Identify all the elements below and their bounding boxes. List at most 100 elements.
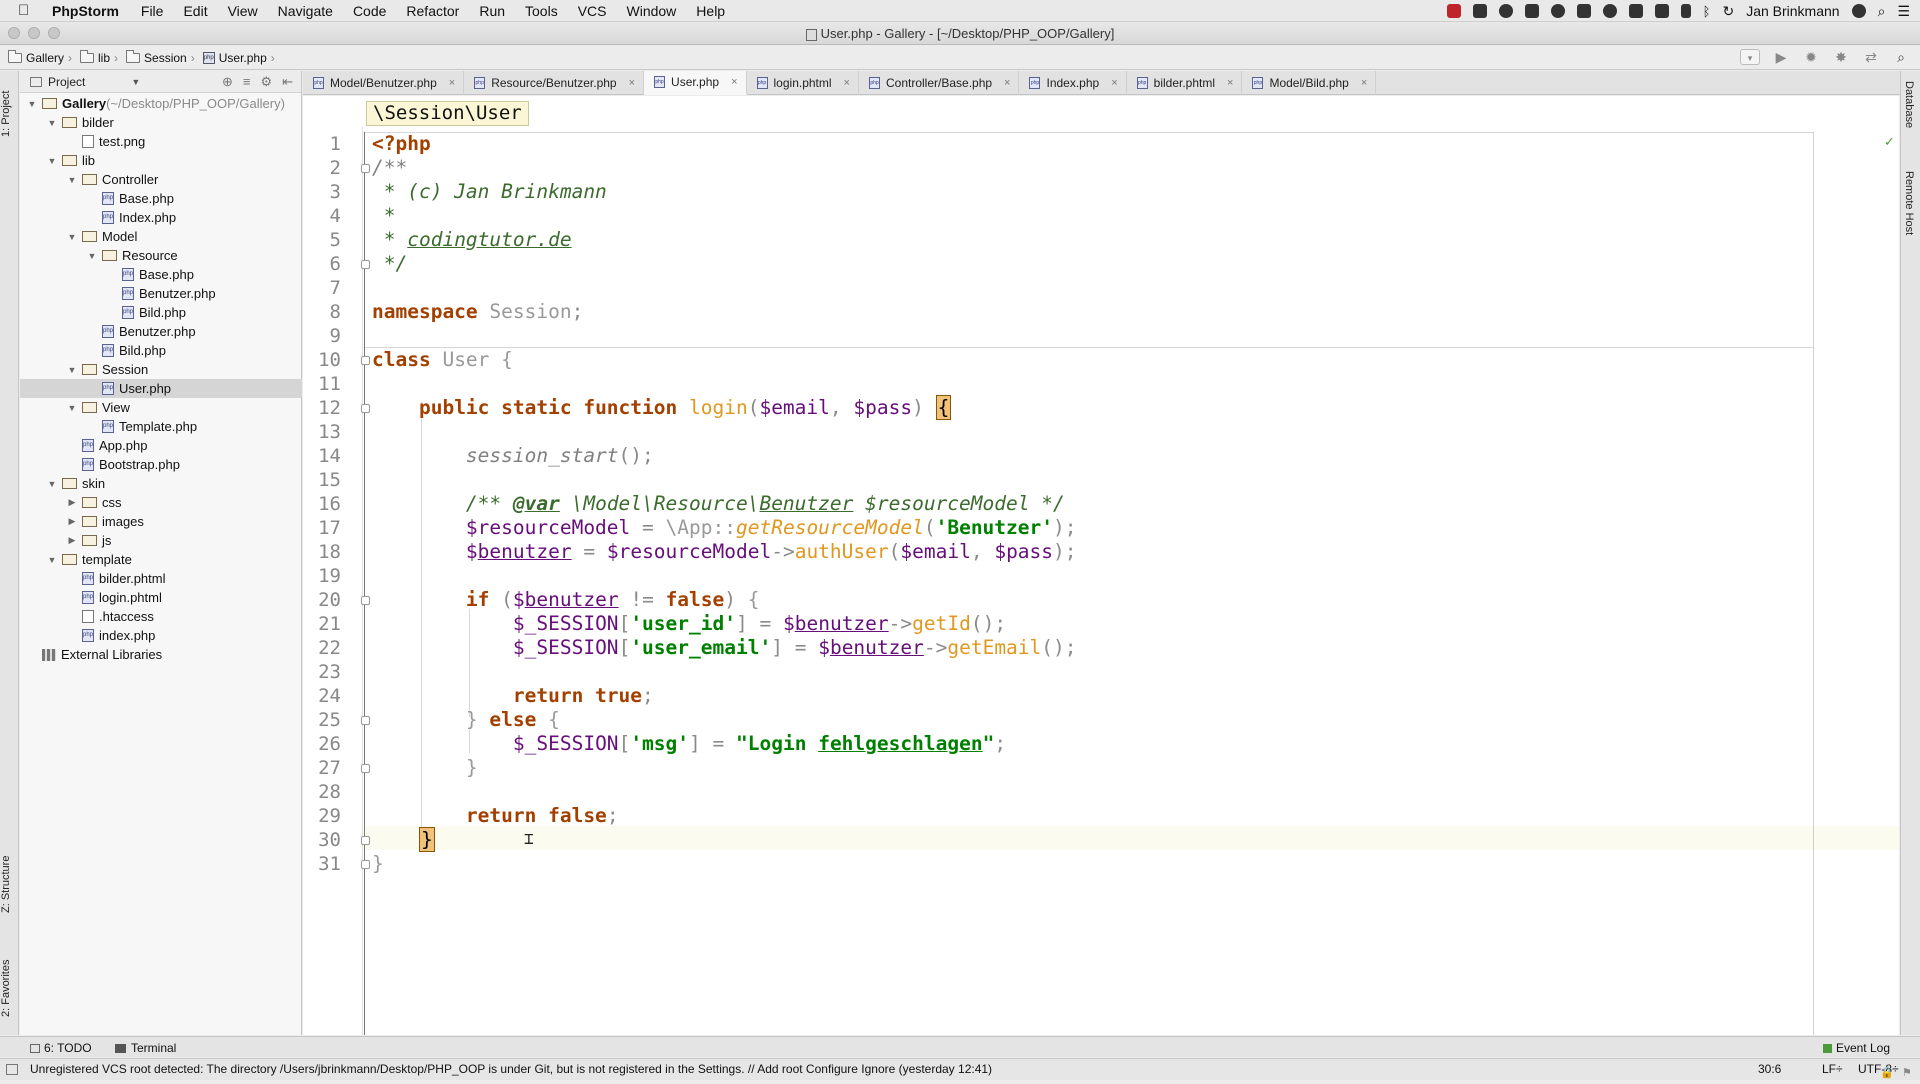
todo-tool-tab[interactable]: 6: TODO	[30, 1041, 92, 1055]
run-icon[interactable]: ▶	[1772, 49, 1790, 65]
collapsed-arrow-icon[interactable]: ▶	[66, 535, 78, 546]
coverage-icon[interactable]: ✸	[1832, 49, 1850, 65]
code-line[interactable]: /**	[372, 156, 407, 180]
close-tab-icon[interactable]: ×	[1004, 77, 1010, 89]
menu-edit[interactable]: Edit	[183, 3, 207, 19]
crumb-lib[interactable]: lib	[80, 49, 110, 65]
menu-help[interactable]: Help	[696, 3, 725, 19]
close-tab-icon[interactable]: ×	[731, 76, 737, 88]
apple-icon[interactable]: 	[18, 2, 38, 19]
keyboard-icon[interactable]	[1576, 4, 1591, 18]
search-icon[interactable]: ⌕	[1892, 49, 1910, 65]
crumb-gallery[interactable]: Gallery	[8, 49, 64, 65]
tree-item[interactable]: ▼ bilder	[20, 113, 302, 132]
status-message[interactable]: Unregistered VCS root detected: The dire…	[30, 1059, 992, 1080]
time-machine-icon[interactable]: ↻	[1722, 3, 1734, 20]
volume-icon[interactable]	[1680, 4, 1691, 18]
expanded-arrow-icon[interactable]: ▼	[46, 479, 58, 489]
editor-tab[interactable]: php Model/Bild.php ×	[1242, 71, 1377, 95]
close-tab-icon[interactable]: ×	[844, 77, 850, 89]
code-line[interactable]: } else {	[372, 708, 560, 732]
code-line[interactable]: *	[372, 204, 396, 228]
code-line[interactable]: return false;	[372, 804, 619, 828]
network-icon[interactable]	[1498, 4, 1513, 18]
notification-icon[interactable]: ☰	[1897, 3, 1910, 20]
fold-marker-icon[interactable]	[361, 356, 370, 365]
zoom-window-button[interactable]	[48, 27, 60, 39]
user-name[interactable]: Jan Brinkmann	[1746, 3, 1839, 19]
editor-tab[interactable]: php User.php ×	[644, 71, 747, 95]
code-line[interactable]: }	[372, 827, 435, 852]
code-line[interactable]: $benutzer = $resourceModel->authUser($em…	[372, 540, 1077, 564]
code-line[interactable]: $_SESSION['user_id'] = $benutzer->getId(…	[372, 612, 1006, 636]
expanded-arrow-icon[interactable]: ▼	[26, 99, 38, 109]
close-tab-icon[interactable]: ×	[629, 77, 635, 89]
menu-run[interactable]: Run	[479, 3, 505, 19]
code-line[interactable]: }	[372, 756, 478, 780]
shield-icon[interactable]	[1654, 4, 1669, 18]
vcs-icon[interactable]: ⇄	[1862, 49, 1880, 65]
code-line[interactable]: $_SESSION['user_email'] = $benutzer->get…	[372, 636, 1077, 660]
fold-marker-icon[interactable]	[361, 164, 370, 173]
tree-item[interactable]: .htaccess	[20, 607, 302, 626]
toggle-tool-buttons-icon[interactable]	[6, 1064, 18, 1075]
project-view-selector[interactable]: Project	[48, 75, 85, 89]
editor-tab[interactable]: php Model/Benutzer.php ×	[303, 71, 465, 95]
fold-marker-icon[interactable]	[361, 404, 370, 413]
code-line[interactable]: namespace Session;	[372, 300, 583, 324]
expanded-arrow-icon[interactable]: ▼	[66, 365, 78, 375]
spotlight-icon[interactable]: ⌕	[1878, 3, 1886, 20]
expanded-arrow-icon[interactable]: ▼	[66, 175, 78, 185]
gear-icon[interactable]: ⚙	[260, 74, 272, 90]
tree-item[interactable]: php bilder.phtml	[20, 569, 302, 588]
collapsed-arrow-icon[interactable]: ▶	[66, 516, 78, 527]
expanded-arrow-icon[interactable]: ▼	[66, 232, 78, 242]
code-line[interactable]: $resourceModel = \App::getResourceModel(…	[372, 516, 1077, 540]
line-separator[interactable]: LF÷	[1822, 1059, 1843, 1080]
tree-item[interactable]: ▼ Session	[20, 360, 302, 379]
record-icon[interactable]	[1446, 4, 1461, 18]
editor-tab[interactable]: php Index.php ×	[1019, 71, 1127, 95]
info-icon[interactable]	[1550, 4, 1565, 18]
close-tab-icon[interactable]: ×	[449, 77, 455, 89]
evernote-icon[interactable]	[1628, 4, 1643, 18]
debug-icon[interactable]: ✹	[1802, 49, 1820, 65]
tree-item[interactable]: php login.phtml	[20, 588, 302, 607]
chevron-down-icon[interactable]: ▼	[131, 77, 140, 87]
collapse-icon[interactable]: ≡	[243, 74, 251, 90]
tree-item[interactable]: ▼ template	[20, 550, 302, 569]
expanded-arrow-icon[interactable]: ▼	[46, 555, 58, 565]
tree-item[interactable]: php index.php	[20, 626, 302, 645]
tree-item[interactable]: ▼ skin	[20, 474, 302, 493]
menu-app[interactable]: PhpStorm	[52, 3, 119, 19]
close-tab-icon[interactable]: ×	[1227, 77, 1233, 89]
editor-tab[interactable]: php Resource/Benutzer.php ×	[464, 71, 645, 95]
project-tool-tab[interactable]: 1: Project	[0, 79, 19, 149]
menu-tools[interactable]: Tools	[525, 3, 558, 19]
tree-item[interactable]: php User.php	[20, 379, 302, 398]
bluetooth-icon[interactable]: ᛒ	[1703, 4, 1711, 19]
code-line[interactable]: session_start();	[372, 444, 654, 468]
menu-code[interactable]: Code	[353, 3, 386, 19]
menu-window[interactable]: Window	[627, 3, 677, 19]
fold-marker-icon[interactable]	[361, 860, 370, 869]
fold-marker-icon[interactable]	[361, 764, 370, 773]
code-line[interactable]: */	[372, 252, 408, 276]
event-log-tool-tab[interactable]: Event Log	[1822, 1041, 1890, 1055]
editor-tab[interactable]: php Controller/Base.php ×	[859, 71, 1020, 95]
tree-item[interactable]: ▼ Controller	[20, 170, 302, 189]
editor-tab[interactable]: php login.phtml ×	[747, 71, 859, 95]
code-line[interactable]: if ($benutzer != false) {	[372, 588, 760, 612]
tree-item[interactable]: php Benutzer.php	[20, 322, 302, 341]
close-tab-icon[interactable]: ×	[1361, 77, 1367, 89]
menu-refactor[interactable]: Refactor	[406, 3, 459, 19]
expanded-arrow-icon[interactable]: ▼	[46, 156, 58, 166]
tree-item[interactable]: ▼ Resource	[20, 246, 302, 265]
expanded-arrow-icon[interactable]: ▼	[86, 251, 98, 261]
caret-position[interactable]: 30:6	[1758, 1059, 1781, 1080]
tree-item[interactable]: php Base.php	[20, 265, 302, 284]
tree-item[interactable]: php Bild.php	[20, 303, 302, 322]
collapsed-arrow-icon[interactable]: ▶	[66, 497, 78, 508]
code-line[interactable]: * codingtutor.de	[372, 228, 572, 252]
close-tab-icon[interactable]: ×	[1111, 77, 1117, 89]
